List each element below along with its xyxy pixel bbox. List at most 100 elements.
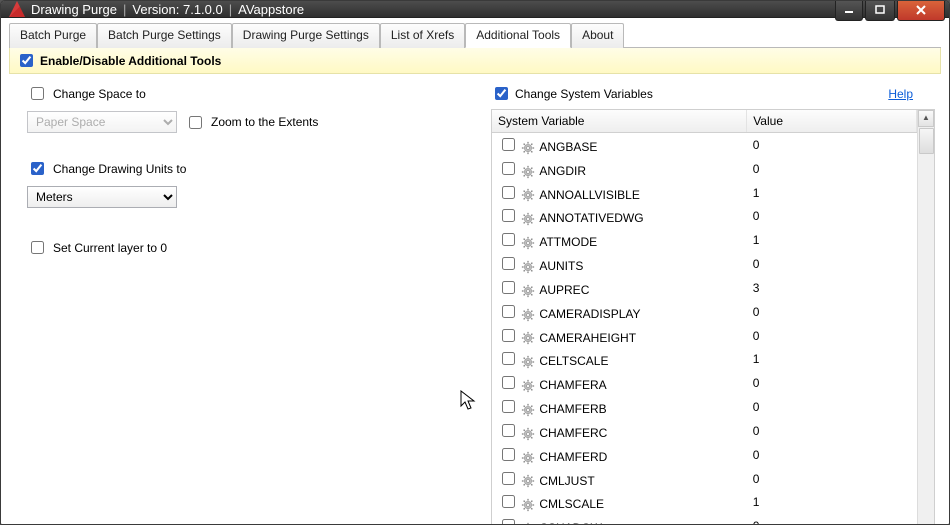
gear-icon: [521, 355, 535, 369]
sysvar-checkbox[interactable]: [502, 209, 515, 222]
gear-icon: [521, 474, 535, 488]
sysvar-value: 0: [747, 300, 917, 324]
sysvar-checkbox[interactable]: [502, 472, 515, 485]
sysvar-name: CHAMFERD: [539, 450, 607, 464]
sysvar-value: 0: [747, 395, 917, 419]
minimize-button[interactable]: [835, 1, 863, 21]
tab-list-of-xrefs[interactable]: List of Xrefs: [380, 23, 465, 48]
tab-about[interactable]: About: [571, 23, 624, 48]
sysvar-name: CHAMFERB: [539, 402, 606, 416]
enable-tools-header: Enable/Disable Additional Tools: [9, 48, 941, 74]
sysvar-name: ANNOALLVISIBLE: [539, 188, 640, 202]
table-row[interactable]: ANGDIR0: [492, 157, 917, 181]
gear-icon: [521, 427, 535, 441]
help-link[interactable]: Help: [888, 87, 913, 101]
sysvar-checkbox[interactable]: [502, 424, 515, 437]
app-version: Version: 7.1.0.0: [132, 2, 222, 17]
table-row[interactable]: CMLJUST0: [492, 467, 917, 491]
table-row[interactable]: CHAMFERD 0: [492, 443, 917, 467]
zoom-extents-checkbox[interactable]: [189, 116, 202, 129]
sysvar-checkbox[interactable]: [502, 233, 515, 246]
sysvar-value: 0: [747, 419, 917, 443]
gear-icon: [521, 165, 535, 179]
change-units-combo[interactable]: Meters: [27, 186, 177, 208]
sysvar-name: CMLSCALE: [539, 497, 604, 511]
sysvar-checkbox[interactable]: [502, 281, 515, 294]
change-space-combo[interactable]: Paper Space: [27, 111, 177, 133]
table-row[interactable]: CAMERADISPLAY0: [492, 300, 917, 324]
sysvar-checkbox[interactable]: [502, 186, 515, 199]
tab-additional-tools[interactable]: Additional Tools: [465, 23, 571, 48]
tab-batch-purge-settings[interactable]: Batch Purge Settings: [97, 23, 232, 48]
sysvar-value: 1: [747, 347, 917, 371]
table-row[interactable]: CHAMFERC 0: [492, 419, 917, 443]
enable-tools-checkbox[interactable]: [20, 54, 33, 67]
sysvar-name: AUNITS: [539, 259, 583, 273]
gear-icon: [521, 498, 535, 512]
scroll-thumb[interactable]: [919, 128, 934, 154]
table-row[interactable]: CHAMFERB 0: [492, 395, 917, 419]
scroll-up-button[interactable]: ▲: [918, 110, 934, 127]
gear-icon: [521, 260, 535, 274]
table-row[interactable]: CHAMFERA0: [492, 371, 917, 395]
sysvar-checkbox[interactable]: [502, 305, 515, 318]
sysvar-value: 0: [747, 252, 917, 276]
maximize-button[interactable]: [865, 1, 895, 21]
sysvar-name: CHAMFERC: [539, 426, 607, 440]
sysvar-checkbox[interactable]: [502, 448, 515, 461]
table-row[interactable]: AUPREC 3: [492, 276, 917, 300]
sysvar-name: AUPREC: [539, 283, 589, 297]
tab-drawing-purge-settings[interactable]: Drawing Purge Settings: [232, 23, 380, 48]
table-row[interactable]: ANGBASE0: [492, 133, 917, 157]
app-title: Drawing Purge: [31, 2, 117, 17]
sysvar-value: 3: [747, 276, 917, 300]
change-sysvars-label: Change System Variables: [515, 87, 653, 101]
sysvar-checkbox[interactable]: [502, 257, 515, 270]
set-layer-checkbox[interactable]: [31, 241, 44, 254]
table-row[interactable]: ANNOALLVISIBLE 1: [492, 181, 917, 205]
sysvar-name: CMLJUST: [539, 474, 594, 488]
sysvar-checkbox[interactable]: [502, 162, 515, 175]
gear-icon: [521, 141, 535, 155]
sysvar-name: ANNOTATIVEDWG: [539, 211, 643, 225]
app-window: Drawing Purge | Version: 7.1.0.0 | AVapp…: [0, 0, 950, 525]
sysvar-name: ANGDIR: [539, 164, 586, 178]
change-units-checkbox[interactable]: [31, 162, 44, 175]
gear-icon: [521, 188, 535, 202]
sysvars-scrollbar[interactable]: ▲ ▼: [917, 110, 934, 525]
table-row[interactable]: ATTMODE1: [492, 228, 917, 252]
sysvar-checkbox[interactable]: [502, 519, 515, 525]
table-row[interactable]: AUNITS 0: [492, 252, 917, 276]
sysvar-value: 0: [747, 371, 917, 395]
app-logo-icon: [9, 1, 25, 17]
sysvar-checkbox[interactable]: [502, 376, 515, 389]
sysvar-name: CAMERAHEIGHT: [539, 331, 636, 345]
sysvar-checkbox[interactable]: [502, 329, 515, 342]
col-value[interactable]: Value: [747, 110, 917, 133]
sysvar-checkbox[interactable]: [502, 352, 515, 365]
table-row[interactable]: CAMERAHEIGHT 0: [492, 324, 917, 348]
gear-icon: [521, 236, 535, 250]
sysvar-value: 0: [747, 324, 917, 348]
gear-icon: [521, 403, 535, 417]
tab-batch-purge[interactable]: Batch Purge: [9, 23, 97, 48]
table-row[interactable]: CSHADOW 0: [492, 514, 917, 525]
table-row[interactable]: CMLSCALE1: [492, 490, 917, 514]
sysvar-value: 1: [747, 181, 917, 205]
col-name[interactable]: System Variable: [492, 110, 747, 133]
change-units-label: Change Drawing Units to: [53, 162, 186, 176]
table-row[interactable]: ANNOTATIVEDWG0: [492, 204, 917, 228]
sysvar-value: 0: [747, 514, 917, 525]
change-sysvars-checkbox[interactable]: [495, 87, 508, 100]
close-button[interactable]: [897, 1, 945, 21]
sysvar-checkbox[interactable]: [502, 138, 515, 151]
titlebar[interactable]: Drawing Purge | Version: 7.1.0.0 | AVapp…: [1, 1, 949, 18]
sysvar-checkbox[interactable]: [502, 495, 515, 508]
sysvar-value: 0: [747, 443, 917, 467]
set-layer-label: Set Current layer to 0: [53, 241, 167, 255]
gear-icon: [521, 451, 535, 465]
sysvar-checkbox[interactable]: [502, 400, 515, 413]
change-space-checkbox[interactable]: [31, 87, 44, 100]
table-row[interactable]: CELTSCALE1: [492, 347, 917, 371]
sysvar-name: CSHADOW: [539, 521, 602, 525]
